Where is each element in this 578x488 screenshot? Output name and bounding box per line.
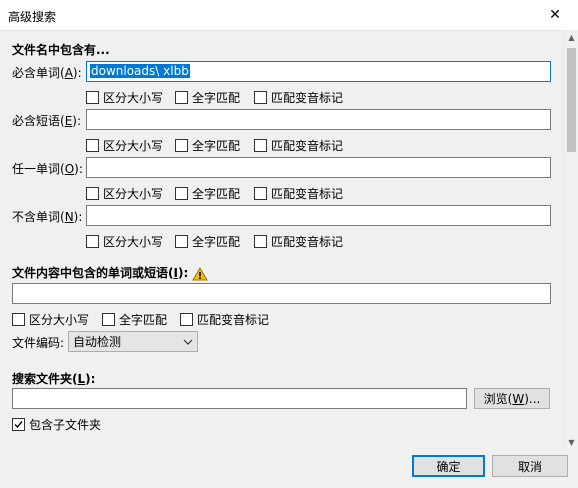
any-words-accent-checkbox[interactable]: 匹配变音标记	[254, 185, 343, 202]
dialog-footer: 确定 取消	[0, 450, 578, 488]
content-accent-checkbox[interactable]: 匹配变音标记	[180, 311, 269, 328]
browse-button[interactable]: 浏览(W)...	[474, 388, 550, 409]
scroll-up-icon[interactable]: ▲	[564, 30, 578, 45]
any-words-case-checkbox[interactable]: 区分大小写	[86, 185, 163, 202]
any-words-whole-checkbox[interactable]: 全字匹配	[175, 185, 240, 202]
checkbox-box	[12, 418, 25, 431]
scrollbar-thumb[interactable]	[567, 48, 576, 152]
exclude-words-label: 不含单词(N):	[12, 210, 83, 224]
must-phrase-input[interactable]	[86, 109, 551, 130]
chevron-down-icon	[183, 339, 193, 345]
content-section-heading: 文件内容中包含的单词或短语(I):	[12, 264, 209, 281]
must-phrase-case-checkbox[interactable]: 区分大小写	[86, 137, 163, 154]
content-case-checkbox[interactable]: 区分大小写	[12, 311, 89, 328]
checkbox-box	[254, 139, 267, 152]
checkbox-box	[102, 313, 115, 326]
warning-icon	[192, 266, 209, 280]
dialog-content: 文件名中包含有... 必含单词(A): downloads\ xlbb 区分大小…	[0, 30, 563, 450]
window-title: 高级搜索	[8, 10, 57, 24]
content-phrase-input[interactable]	[12, 283, 551, 304]
scroll-down-icon[interactable]: ▼	[564, 435, 578, 450]
must-words-label: 必含单词(A):	[12, 66, 82, 80]
folder-section-heading: 搜索文件夹(L):	[12, 372, 96, 386]
exclude-words-whole-checkbox[interactable]: 全字匹配	[175, 233, 240, 250]
checkbox-box	[12, 313, 25, 326]
checkbox-box	[254, 91, 267, 104]
include-subfolders-checkbox[interactable]: 包含子文件夹	[12, 416, 101, 433]
filename-section-heading: 文件名中包含有...	[12, 43, 110, 57]
checkbox-box	[175, 139, 188, 152]
close-button[interactable]: ✕	[532, 0, 578, 30]
exclude-words-accent-checkbox[interactable]: 匹配变音标记	[254, 233, 343, 250]
checkbox-box	[180, 313, 193, 326]
exclude-words-input[interactable]	[86, 205, 551, 226]
must-phrase-accent-checkbox[interactable]: 匹配变音标记	[254, 137, 343, 154]
must-words-input[interactable]: downloads\ xlbb	[86, 61, 551, 82]
encoding-select[interactable]: 自动检测	[68, 331, 198, 352]
must-words-accent-checkbox[interactable]: 匹配变音标记	[254, 89, 343, 106]
exclude-words-case-checkbox[interactable]: 区分大小写	[86, 233, 163, 250]
checkbox-box	[175, 187, 188, 200]
any-words-input[interactable]	[86, 157, 551, 178]
checkbox-box	[86, 139, 99, 152]
title-bar: 高级搜索 ✕	[0, 0, 578, 30]
any-words-label: 任一单词(O):	[12, 162, 83, 176]
must-phrase-whole-checkbox[interactable]: 全字匹配	[175, 137, 240, 154]
checkmark-icon	[14, 421, 23, 429]
must-words-whole-checkbox[interactable]: 全字匹配	[175, 89, 240, 106]
checkbox-box	[86, 91, 99, 104]
content-whole-checkbox[interactable]: 全字匹配	[102, 311, 167, 328]
must-words-value: downloads\ xlbb	[90, 64, 190, 78]
vertical-scrollbar[interactable]: ▲ ▼	[563, 30, 578, 450]
must-words-case-checkbox[interactable]: 区分大小写	[86, 89, 163, 106]
checkbox-box	[175, 91, 188, 104]
checkbox-box	[254, 187, 267, 200]
encoding-label: 文件编码:	[12, 336, 65, 350]
checkbox-box	[175, 235, 188, 248]
checkbox-box	[254, 235, 267, 248]
checkbox-box	[86, 187, 99, 200]
must-phrase-label: 必含短语(E):	[12, 114, 82, 128]
close-icon: ✕	[549, 7, 561, 23]
ok-button[interactable]: 确定	[412, 455, 485, 477]
cancel-button[interactable]: 取消	[492, 455, 568, 477]
checkbox-box	[86, 235, 99, 248]
folder-input[interactable]	[12, 388, 467, 409]
encoding-value: 自动检测	[73, 335, 122, 349]
